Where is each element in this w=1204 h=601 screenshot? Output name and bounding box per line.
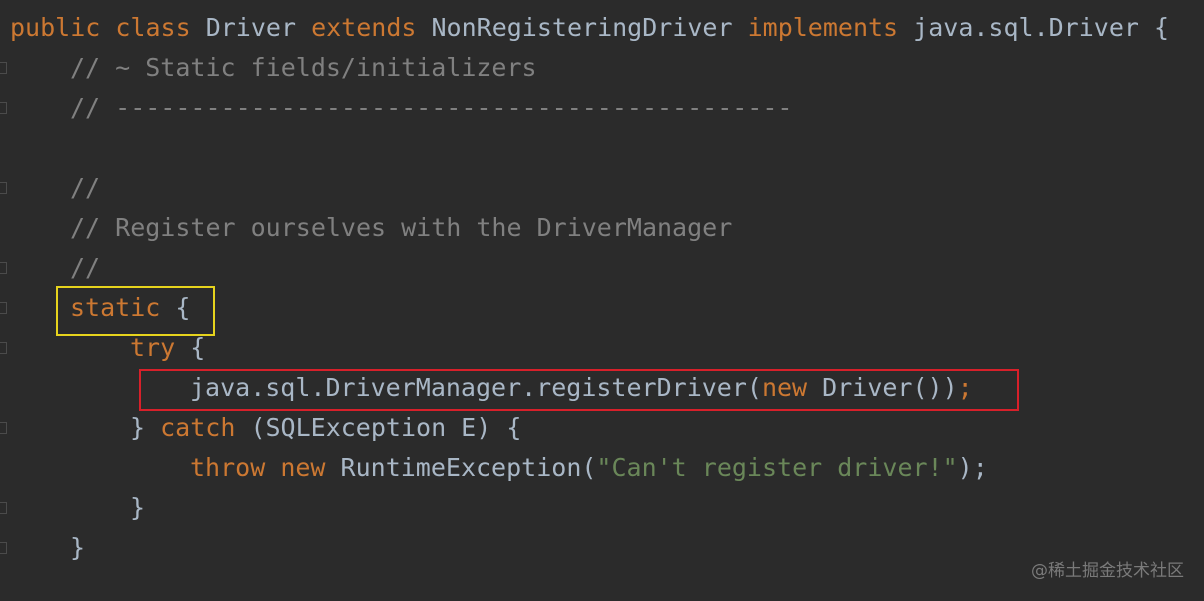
keyword-try: try — [130, 333, 176, 362]
keyword-extends: extends — [311, 13, 417, 42]
close-brace: } — [130, 413, 146, 442]
code-line-throw[interactable]: throw new RuntimeException("Can't regist… — [190, 448, 988, 488]
interface-name: java.sql.Driver { — [913, 13, 1170, 42]
code-line-close-brace[interactable]: } — [70, 528, 85, 568]
code-line-comment[interactable]: // ~ Static fields/initializers — [70, 48, 537, 88]
fold-marker-icon[interactable] — [0, 502, 7, 514]
fold-marker-icon[interactable] — [0, 262, 7, 274]
string-literal: "Can't register driver!" — [596, 453, 958, 482]
parent-class: NonRegisteringDriver — [431, 13, 733, 42]
code-line-comment[interactable]: // Register ourselves with the DriverMan… — [70, 208, 732, 248]
fold-marker-icon[interactable] — [0, 182, 7, 194]
editor-gutter — [0, 0, 10, 601]
fold-marker-icon[interactable] — [0, 102, 7, 114]
watermark: @稀土掘金技术社区 — [1031, 561, 1184, 581]
fold-marker-icon[interactable] — [0, 62, 7, 74]
highlight-box-register — [139, 369, 1019, 411]
code-line-comment[interactable]: // — [70, 168, 100, 208]
keyword-new: new — [280, 453, 326, 482]
fold-marker-icon[interactable] — [0, 302, 7, 314]
keyword-class: class — [115, 13, 191, 42]
catch-params: (SQLException E) { — [250, 413, 522, 442]
code-line-catch[interactable]: } catch (SQLException E) { — [130, 408, 521, 448]
keyword-throw: throw — [190, 453, 266, 482]
code-editor[interactable]: public class Driver extends NonRegisteri… — [0, 0, 1204, 601]
open-brace: { — [190, 333, 206, 362]
statement-end: ); — [957, 453, 988, 482]
code-line-close-brace[interactable]: } — [130, 488, 145, 528]
fold-marker-icon[interactable] — [0, 342, 7, 354]
class-name: Driver — [205, 13, 297, 42]
keyword-catch: catch — [160, 413, 236, 442]
keyword-public: public — [10, 13, 101, 42]
highlight-box-static — [56, 286, 215, 336]
fold-marker-icon[interactable] — [0, 542, 7, 554]
code-line-class-declaration[interactable]: public class Driver extends NonRegisteri… — [10, 8, 1169, 48]
code-line-comment[interactable]: // — [70, 248, 100, 288]
code-line-comment[interactable]: // -------------------------------------… — [70, 88, 792, 128]
fold-marker-icon[interactable] — [0, 422, 7, 434]
keyword-implements: implements — [747, 13, 899, 42]
exception-class: RuntimeException( — [340, 453, 597, 482]
